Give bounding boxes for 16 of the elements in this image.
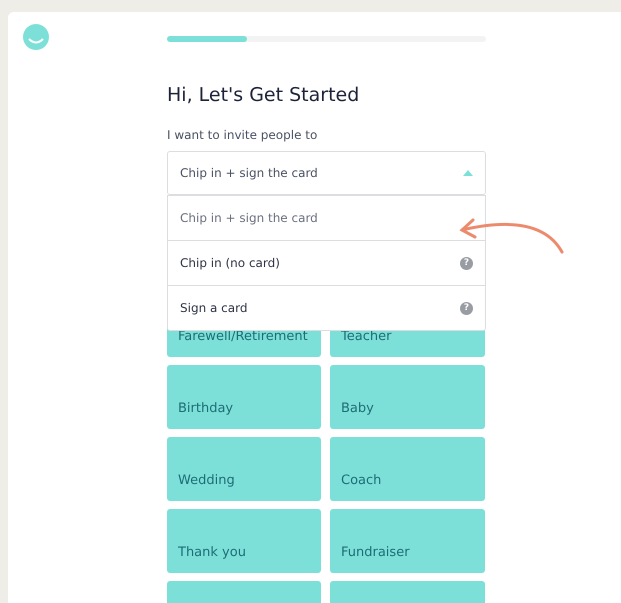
occasion-tile[interactable]: Birthday bbox=[167, 365, 321, 429]
occasion-tile[interactable]: Fundraiser bbox=[330, 509, 485, 573]
invite-dropdown[interactable]: Chip in + sign the card bbox=[167, 151, 486, 195]
occasion-tile[interactable]: Thank you bbox=[167, 509, 321, 573]
help-icon[interactable]: ? bbox=[460, 302, 473, 314]
occasion-tile[interactable]: Coach bbox=[330, 437, 485, 501]
caret-icon bbox=[463, 170, 473, 176]
smiley-logo-icon bbox=[23, 24, 49, 50]
field-label: I want to invite people to bbox=[167, 128, 318, 142]
dropdown-option[interactable]: Sign a card ? bbox=[168, 285, 485, 330]
page-heading: Hi, Let's Get Started bbox=[167, 84, 360, 106]
occasion-tile[interactable]: Baby bbox=[330, 365, 485, 429]
dropdown-option[interactable]: Chip in + sign the card bbox=[168, 196, 485, 240]
dropdown-option[interactable]: Chip in (no card) ? bbox=[168, 240, 485, 285]
help-icon[interactable]: ? bbox=[460, 256, 473, 270]
occasion-tile[interactable]: Wedding bbox=[167, 437, 321, 501]
